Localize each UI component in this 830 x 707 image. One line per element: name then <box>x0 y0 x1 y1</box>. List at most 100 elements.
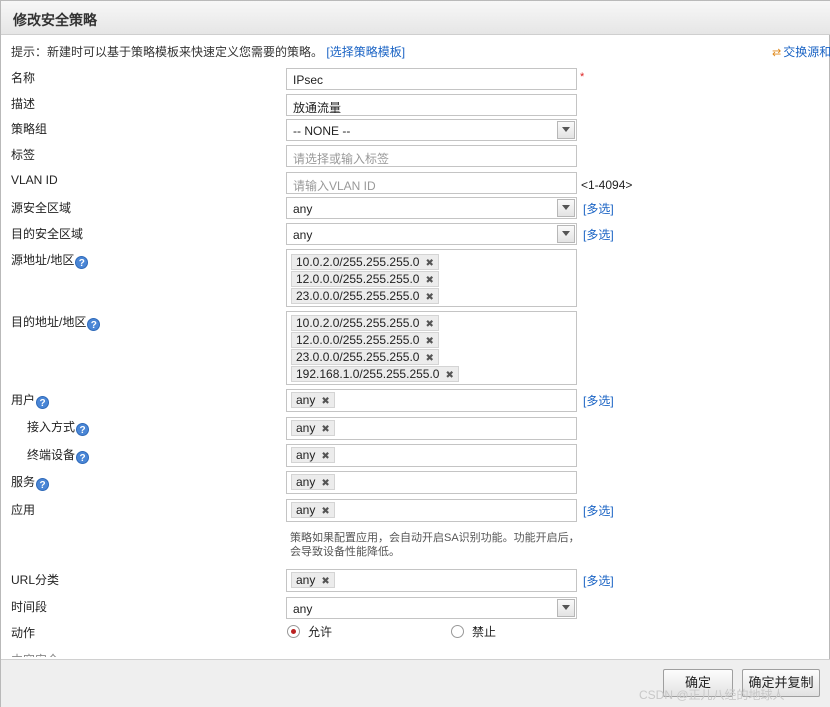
url-category-multi-link[interactable]: [多选] <box>583 572 614 589</box>
service-tagbox[interactable]: any ✖ <box>286 471 577 494</box>
src-zone-label: 源安全区域 <box>11 201 72 215</box>
description-value: 放通流量 <box>293 101 342 115</box>
close-icon[interactable]: ✖ <box>425 335 433 349</box>
tag-text: 10.0.2.0/255.255.255.0 <box>296 316 420 330</box>
application-multi-link[interactable]: [多选] <box>583 502 614 519</box>
tag-text: 12.0.0.0/255.255.255.0 <box>296 333 420 347</box>
tag-placeholder: 请选择或输入标签 <box>293 152 390 166</box>
close-icon[interactable]: ✖ <box>425 291 433 305</box>
close-icon[interactable]: ✖ <box>321 450 329 464</box>
name-label: 名称 <box>11 71 36 85</box>
policy-group-select[interactable]: -- NONE -- <box>286 119 577 141</box>
url-category-tagbox[interactable]: any ✖ <box>286 569 577 592</box>
chevron-down-icon[interactable] <box>557 199 575 217</box>
action-deny-radio[interactable]: 禁止 <box>451 623 496 640</box>
dst-addr-tagbox[interactable]: 10.0.2.0/255.255.255.0 ✖ 12.0.0.0/255.255… <box>286 311 577 385</box>
close-icon[interactable]: ✖ <box>321 505 329 519</box>
close-icon[interactable]: ✖ <box>321 395 329 409</box>
tag-input[interactable]: 请选择或输入标签 <box>286 145 577 167</box>
vlan-id-input[interactable]: 请输入VLAN ID <box>286 172 577 194</box>
policy-group-value: -- NONE -- <box>293 124 351 138</box>
vlan-id-placeholder: 请输入VLAN ID <box>293 179 376 193</box>
src-zone-value: any <box>293 202 313 216</box>
service-tag: any ✖ <box>291 474 335 490</box>
radio-checked-icon <box>287 625 300 638</box>
dst-zone-select[interactable]: any <box>286 223 577 245</box>
dst-zone-value: any <box>293 228 313 242</box>
action-label: 动作 <box>11 626 36 640</box>
tag-text: any <box>296 448 316 462</box>
help-icon[interactable]: ? <box>36 396 50 409</box>
time-range-label: 时间段 <box>11 600 48 614</box>
help-icon[interactable]: ? <box>36 478 50 491</box>
url-category-label: URL分类 <box>11 573 60 587</box>
close-icon[interactable]: ✖ <box>321 423 329 437</box>
tag-text: 10.0.2.0/255.255.255.0 <box>296 255 420 269</box>
tag-text: any <box>296 393 316 407</box>
src-zone-select[interactable]: any <box>286 197 577 219</box>
description-label: 描述 <box>11 97 36 111</box>
action-deny-label: 禁止 <box>472 625 497 639</box>
vlan-id-label: VLAN ID <box>11 173 58 187</box>
radio-unchecked-icon <box>451 625 464 638</box>
swap-src-dst-link[interactable]: ⇄ 交换源和 <box>772 43 830 60</box>
tag-text: 23.0.0.0/255.255.255.0 <box>296 350 420 364</box>
dst-addr-tag: 23.0.0.0/255.255.255.0 ✖ <box>291 349 439 365</box>
select-policy-template-link[interactable]: [选择策略模板] <box>326 45 405 59</box>
access-mode-label-text: 接入方式 <box>27 420 76 434</box>
dialog-titlebar: 修改安全策略 <box>1 1 830 35</box>
src-zone-multi-link[interactable]: [多选] <box>583 200 614 217</box>
close-icon[interactable]: ✖ <box>425 257 433 271</box>
close-icon[interactable]: ✖ <box>321 477 329 491</box>
action-allow-radio[interactable]: 允许 <box>287 623 332 640</box>
help-icon[interactable]: ? <box>87 318 101 331</box>
access-mode-tagbox[interactable]: any ✖ <box>286 417 577 440</box>
chevron-down-icon[interactable] <box>557 225 575 243</box>
action-allow-label: 允许 <box>308 625 333 639</box>
user-multi-link[interactable]: [多选] <box>583 392 614 409</box>
user-tag: any ✖ <box>291 392 335 408</box>
hint-text: 提示：新建时可以基于策略模板来快速定义您需要的策略。 [选择策略模板] <box>11 43 405 60</box>
close-icon[interactable]: ✖ <box>425 318 433 332</box>
chevron-down-icon[interactable] <box>557 121 575 139</box>
tag-label: 标签 <box>11 148 36 162</box>
help-icon[interactable]: ? <box>75 256 89 269</box>
tag-text: any <box>296 573 316 587</box>
close-icon[interactable]: ✖ <box>321 575 329 589</box>
dst-addr-tag: 10.0.2.0/255.255.255.0 ✖ <box>291 315 439 331</box>
service-label: 服务? <box>11 473 50 491</box>
name-input[interactable]: IPsec <box>286 68 577 90</box>
dst-zone-multi-link[interactable]: [多选] <box>583 226 614 243</box>
src-addr-tagbox[interactable]: 10.0.2.0/255.255.255.0 ✖ 12.0.0.0/255.255… <box>286 249 577 307</box>
terminal-tagbox[interactable]: any ✖ <box>286 444 577 467</box>
dst-addr-tag: 12.0.0.0/255.255.255.0 ✖ <box>291 332 439 348</box>
tag-text: any <box>296 421 316 435</box>
vlan-id-range: <1-4094> <box>581 178 633 192</box>
swap-icon: ⇄ <box>772 47 782 59</box>
user-tagbox[interactable]: any ✖ <box>286 389 577 412</box>
policy-group-label: 策略组 <box>11 122 48 136</box>
close-icon[interactable]: ✖ <box>445 369 453 383</box>
src-addr-label: 源地址/地区? <box>11 251 89 269</box>
help-icon[interactable]: ? <box>76 451 90 464</box>
chevron-down-icon[interactable] <box>557 599 575 617</box>
tag-text: any <box>296 503 316 517</box>
help-icon[interactable]: ? <box>76 423 90 436</box>
tag-text: 12.0.0.0/255.255.255.0 <box>296 272 420 286</box>
terminal-label: 终端设备? <box>27 446 90 464</box>
time-range-select[interactable]: any <box>286 597 577 619</box>
content-security-label-cut: 内容安全 <box>11 651 61 657</box>
access-mode-label: 接入方式? <box>27 418 90 436</box>
application-tagbox[interactable]: any ✖ <box>286 499 577 522</box>
description-input[interactable]: 放通流量 <box>286 94 577 116</box>
required-mark: * <box>580 71 585 83</box>
terminal-label-text: 终端设备 <box>27 448 76 462</box>
src-addr-tag: 10.0.2.0/255.255.255.0 ✖ <box>291 254 439 270</box>
terminal-tag: any ✖ <box>291 447 335 463</box>
close-icon[interactable]: ✖ <box>425 352 433 366</box>
close-icon[interactable]: ✖ <box>425 274 433 288</box>
dialog-title: 修改安全策略 <box>13 12 97 28</box>
url-category-tag: any ✖ <box>291 572 335 588</box>
time-range-value: any <box>293 602 313 616</box>
application-note: 策略如果配置应用，会自动开启SA识别功能。功能开启后，会导致设备性能降低。 <box>290 532 580 558</box>
